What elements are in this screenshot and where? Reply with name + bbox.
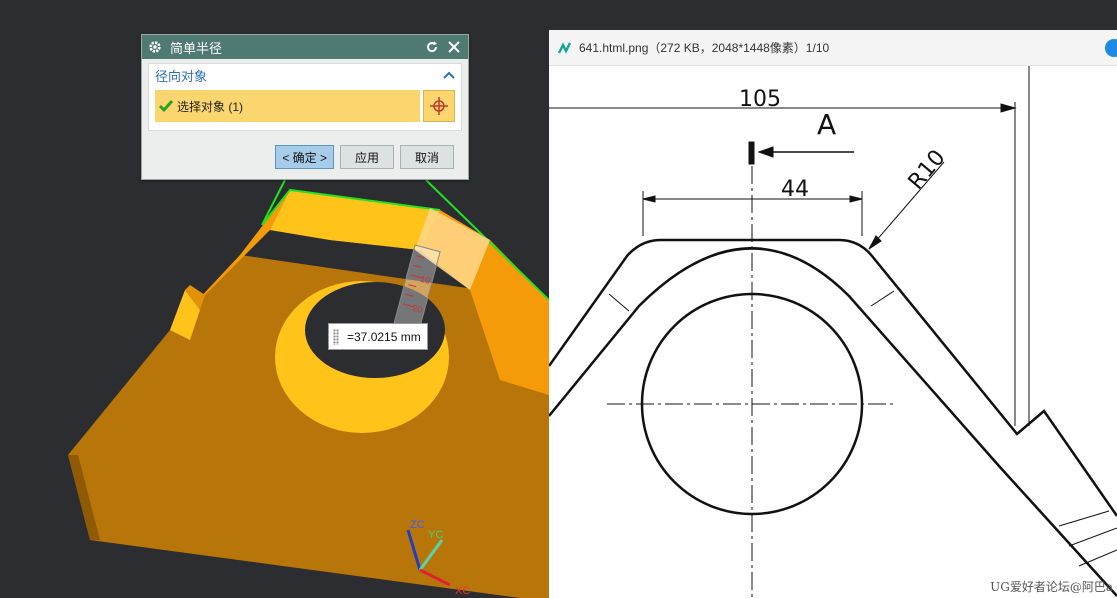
radial-object-group: 径向对象 选择对象 (1): [148, 63, 462, 131]
close-icon[interactable]: [446, 39, 462, 55]
simple-radius-dialog: 简单半径 径向对象 选择对象 (1) < 确定 > 应用 取消: [141, 34, 469, 180]
crosshair-select-button[interactable]: [423, 90, 455, 122]
watermark: UG爱好者论坛@阿巴a: [990, 580, 1113, 594]
dim-105: 105: [739, 87, 781, 112]
triad-xc-label: XC: [455, 585, 470, 597]
viewer-info-bar: 641.html.png（272 KB，2048*1448像素）1/10: [549, 30, 1117, 66]
ok-button[interactable]: < 确定 >: [275, 145, 334, 169]
check-icon: [159, 100, 173, 113]
crosshair-icon: [430, 97, 448, 115]
select-object-label: 选择对象 (1): [177, 99, 244, 114]
dialog-title: 简单半径: [170, 40, 223, 56]
measurement-value: =37.0215 mm: [347, 329, 421, 344]
triad-zc-label: ZC: [410, 519, 425, 531]
drag-grip-icon[interactable]: [333, 329, 339, 345]
apply-button[interactable]: 应用: [340, 145, 394, 169]
reset-icon[interactable]: [424, 39, 440, 55]
image-viewer: 641.html.png（272 KB，2048*1448像素）1/10 105…: [549, 30, 1117, 598]
group-header[interactable]: 径向对象: [149, 64, 461, 86]
measurement-tooltip[interactable]: =37.0215 mm: [328, 323, 428, 350]
select-object-field[interactable]: 选择对象 (1): [155, 90, 420, 122]
file-info: 641.html.png（272 KB，2048*1448像素）1/10: [579, 41, 830, 55]
select-object-row: 选择对象 (1): [155, 90, 455, 122]
chevron-up-icon[interactable]: [443, 71, 455, 79]
viewer-action-icon[interactable]: [1105, 39, 1117, 57]
dialog-buttons: < 确定 > 应用 取消: [275, 145, 454, 169]
gear-icon[interactable]: [148, 40, 162, 54]
dim-r10: R10: [904, 145, 951, 194]
app-root: 10 20 ZC YC XC =37.0215 mm 简单半径 径向对象 选择对…: [0, 0, 1117, 598]
group-label: 径向对象: [155, 68, 208, 84]
dim-44: 44: [781, 177, 809, 202]
viewer-logo-icon: [557, 41, 572, 54]
dialog-title-bar[interactable]: 简单半径: [142, 35, 468, 59]
cancel-button[interactable]: 取消: [400, 145, 454, 169]
section-label-a: A: [817, 108, 836, 141]
engineering-drawing[interactable]: 105 A 44 R10: [549, 66, 1117, 598]
triad-yc-label: YC: [428, 529, 443, 541]
